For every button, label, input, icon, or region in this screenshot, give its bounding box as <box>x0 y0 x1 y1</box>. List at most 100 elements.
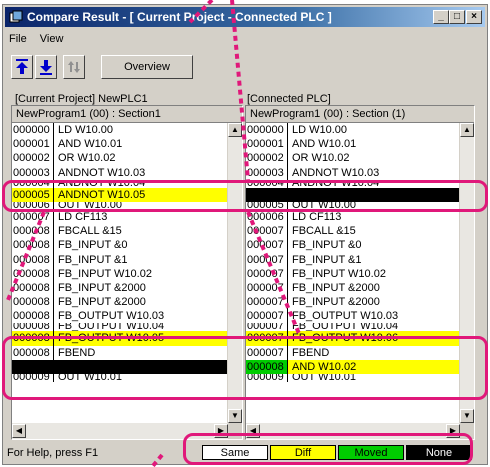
list-item[interactable]: 000008 FB_INPUT W10.02 <box>12 266 228 281</box>
row-address: 000008 <box>12 309 54 324</box>
row-instruction: FBEND <box>292 346 330 359</box>
list-item[interactable]: 000008 FB_OUTPUT W10.03 <box>12 309 228 324</box>
scroll-left-icon[interactable]: ◀ <box>12 424 26 438</box>
row-address <box>12 359 54 374</box>
row-instruction: ANDNOT W10.04 <box>58 179 146 188</box>
right-compare-list[interactable]: NewProgram1 (00) : Section (1) 000000 LD … <box>245 105 475 440</box>
list-item[interactable]: 000003 ANDNOT W10.03 <box>246 165 460 180</box>
row-address: 000009 <box>246 374 288 382</box>
list-item[interactable]: 000005 ANDNOT W10.05 <box>12 187 228 202</box>
row-address: 000006 <box>12 201 54 210</box>
row-address: 000004 <box>246 179 288 188</box>
move-down-button[interactable] <box>35 55 57 79</box>
list-item[interactable]: 000008 FB_INPUT &0 <box>12 238 228 253</box>
list-item[interactable]: 000007 FBEND <box>246 345 460 360</box>
row-instruction: FBCALL &15 <box>292 225 356 238</box>
right-vertical-scrollbar[interactable]: ▲ ▼ <box>459 123 474 423</box>
row-instruction: OUT W10.00 <box>58 201 122 210</box>
row-instruction: LD W10.00 <box>292 124 348 136</box>
list-item[interactable] <box>246 187 460 202</box>
move-up-button[interactable] <box>11 55 33 79</box>
menu-file[interactable]: File <box>9 33 27 45</box>
row-address: 000007 <box>246 331 288 346</box>
scroll-right-icon[interactable]: ▶ <box>446 424 460 438</box>
row-instruction: OR W10.02 <box>58 152 116 165</box>
list-item[interactable]: 000007 FB_INPUT &2000 <box>246 295 460 310</box>
scroll-down-icon[interactable]: ▼ <box>228 409 242 423</box>
list-item[interactable]: 000006 LD CF113 <box>246 209 460 225</box>
list-item[interactable]: 000007 FB_OUTPUT W10.04 <box>246 323 460 332</box>
left-horizontal-scrollbar[interactable]: ◀ ▶ <box>12 423 228 439</box>
swap-button[interactable] <box>63 55 85 79</box>
left-vertical-scrollbar[interactable]: ▲ ▼ <box>227 123 242 423</box>
list-item[interactable]: 000001 AND W10.01 <box>12 137 228 152</box>
row-address: 000007 <box>246 280 288 296</box>
list-item[interactable] <box>12 359 228 374</box>
list-item[interactable]: 000007 FB_INPUT W10.02 <box>246 266 460 281</box>
scroll-right-icon[interactable]: ▶ <box>214 424 228 438</box>
row-address: 000008 <box>12 345 54 360</box>
list-item[interactable]: 000008 FB_INPUT &2000 <box>12 280 228 296</box>
scroll-left-icon[interactable]: ◀ <box>246 424 260 438</box>
scroll-up-icon[interactable]: ▲ <box>460 123 474 137</box>
list-item[interactable]: 000007 FB_OUTPUT W10.03 <box>246 309 460 324</box>
list-item[interactable]: 000009 OUT W10.01 <box>246 374 460 382</box>
list-item[interactable]: 000002 OR W10.02 <box>12 151 228 166</box>
list-item[interactable]: 000004 ANDNOT W10.04 <box>246 179 460 188</box>
list-item[interactable]: 000007 FB_INPUT &0 <box>246 238 460 253</box>
overview-button[interactable]: Overview <box>101 55 193 79</box>
list-item[interactable]: 000008 FBEND <box>12 345 228 360</box>
list-item[interactable]: 000009 OUT W10.01 <box>12 374 228 382</box>
list-item[interactable]: 000005 OUT W10.00 <box>246 201 460 210</box>
left-compare-list[interactable]: NewProgram1 (00) : Section1 000000 LD W10… <box>11 105 243 440</box>
maximize-button[interactable]: □ <box>449 10 465 24</box>
right-scroll-corner <box>460 423 474 439</box>
list-item[interactable]: 000008 FB_INPUT &2000 <box>12 295 228 310</box>
minimize-button[interactable]: _ <box>433 10 449 24</box>
row-instruction: FB_OUTPUT W10.04 <box>292 323 399 332</box>
scroll-up-icon[interactable]: ▲ <box>228 123 242 137</box>
row-address: 000002 <box>12 151 54 166</box>
list-item[interactable]: 000008 AND W10.02 <box>246 359 460 374</box>
title-bar[interactable]: Compare Result - [ Current Project - Con… <box>5 7 485 27</box>
list-item[interactable]: 000008 FB_INPUT &1 <box>12 252 228 267</box>
row-address: 000008 <box>12 295 54 310</box>
list-item[interactable]: 000007 FB_OUTPUT W10.06 <box>246 331 460 346</box>
left-column-header[interactable]: NewProgram1 (00) : Section1 <box>12 106 242 123</box>
row-instruction: ANDNOT W10.05 <box>58 188 146 201</box>
row-instruction: OUT W10.01 <box>292 374 356 382</box>
list-item[interactable]: 000007 FB_INPUT &1 <box>246 252 460 267</box>
row-address: 000004 <box>12 179 54 188</box>
row-address: 000000 <box>246 123 288 138</box>
list-item[interactable]: 000008 FBCALL &15 <box>12 224 228 239</box>
scroll-down-icon[interactable]: ▼ <box>460 409 474 423</box>
row-instruction <box>54 360 58 374</box>
list-item[interactable]: 000006 OUT W10.00 <box>12 201 228 210</box>
row-instruction: LD CF113 <box>58 210 108 223</box>
right-column-header[interactable]: NewProgram1 (00) : Section (1) <box>246 106 474 123</box>
app-icon <box>9 10 23 23</box>
menu-view[interactable]: View <box>40 33 64 45</box>
list-item[interactable]: 000004 ANDNOT W10.04 <box>12 179 228 188</box>
list-item[interactable]: 000007 FBCALL &15 <box>246 224 460 239</box>
legend-none: None <box>406 445 472 460</box>
list-item[interactable]: 000007 FB_INPUT &2000 <box>246 280 460 296</box>
list-item[interactable]: 000008 FB_OUTPUT W10.05 <box>12 331 228 346</box>
arrow-up-icon <box>16 59 28 74</box>
list-item[interactable]: 000000 LD W10.00 <box>246 123 460 138</box>
list-item[interactable]: 000002 OR W10.02 <box>246 151 460 166</box>
row-instruction: FB_INPUT &0 <box>292 239 362 252</box>
row-instruction: LD W10.00 <box>58 124 114 136</box>
row-address: 000005 <box>246 201 288 210</box>
right-horizontal-scrollbar[interactable]: ◀ ▶ <box>246 423 460 439</box>
list-item[interactable]: 000008 FB_OUTPUT W10.04 <box>12 323 228 332</box>
row-instruction: FB_OUTPUT W10.03 <box>292 310 399 323</box>
row-instruction: FBEND <box>58 346 96 359</box>
row-instruction: FB_INPUT &2000 <box>292 296 380 309</box>
list-item[interactable]: 000003 ANDNOT W10.03 <box>12 165 228 180</box>
list-item[interactable]: 000000 LD W10.00 <box>12 123 228 138</box>
close-button[interactable]: × <box>466 10 482 24</box>
list-item[interactable]: 000001 AND W10.01 <box>246 137 460 152</box>
row-address: 000007 <box>246 224 288 239</box>
list-item[interactable]: 000007 LD CF113 <box>12 209 228 225</box>
